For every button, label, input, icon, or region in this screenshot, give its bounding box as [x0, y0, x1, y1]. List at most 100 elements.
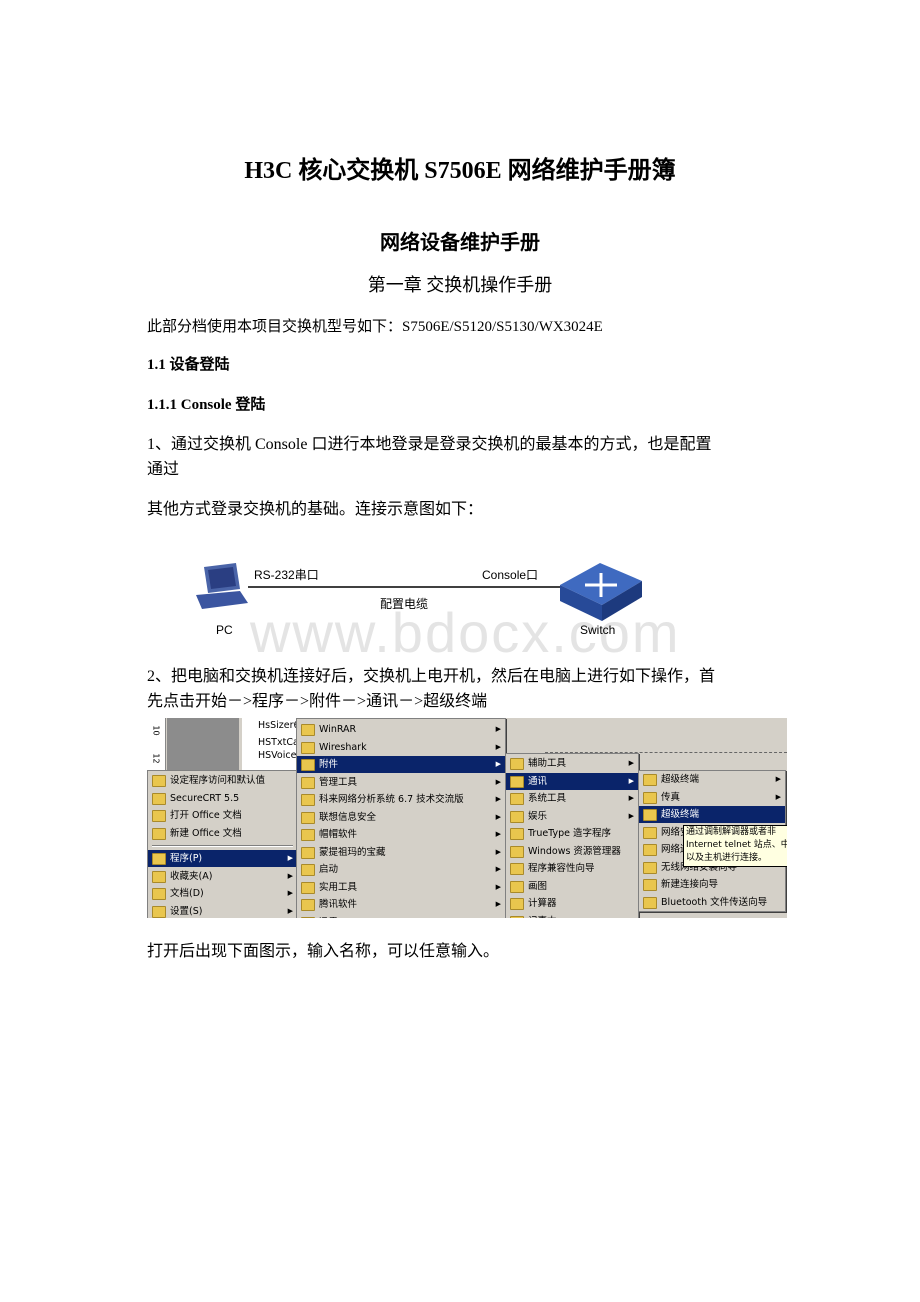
- menu-item-label: 设置(S): [170, 905, 203, 917]
- menu-item[interactable]: 联想信息安全 ▶: [297, 809, 505, 826]
- submenu-arrow-icon: ▶: [495, 830, 501, 838]
- folder-icon: [510, 758, 524, 770]
- paragraph: 2、把电脑和交换机连接好后，交换机上电开机，然后在电脑上进行如下操作，首: [147, 668, 716, 685]
- menu-item[interactable]: 程序(P) ▶: [148, 850, 297, 867]
- menu-item[interactable]: 娱乐 ▶: [506, 808, 638, 825]
- folder-icon: [301, 899, 315, 911]
- menu-item[interactable]: 新建连接向导: [639, 876, 785, 893]
- menu-item-label: 系统工具: [528, 793, 567, 804]
- folder-icon: [643, 896, 657, 909]
- menu-item-label: 文档(D): [170, 888, 204, 899]
- menu-item[interactable]: Bluetooth 文件传送向导: [639, 894, 785, 911]
- menu-item-label: 启动: [319, 864, 339, 875]
- submenu-arrow-icon: ▶: [495, 865, 501, 873]
- menu-item[interactable]: WinRAR ▶: [297, 721, 505, 738]
- submenu-arrow-icon: ▶: [775, 775, 781, 783]
- submenu-arrow-icon: ▶: [495, 900, 501, 908]
- menu-item-label: 附件: [319, 759, 339, 770]
- folder-icon: [643, 879, 657, 891]
- menu-item[interactable]: 辅助工具 ▶: [506, 755, 638, 772]
- menu-item-label: 帽帽软件: [319, 829, 358, 840]
- folder-icon: [152, 827, 166, 840]
- menu-item-label: 管理工具: [319, 776, 358, 788]
- menu-item[interactable]: Windows 资源管理器: [506, 843, 638, 860]
- pc-port-label: RS-232串口: [254, 568, 319, 582]
- folder-icon: [301, 916, 315, 918]
- menu-item[interactable]: 通讯 ▶: [506, 772, 638, 790]
- menu-item[interactable]: TrueType 造字程序: [506, 825, 638, 842]
- menu-item[interactable]: 设置(S) ▶: [148, 903, 297, 919]
- menu-item[interactable]: 迅雷 ▶: [297, 914, 505, 919]
- menu-item-label: 超级终端: [661, 774, 700, 785]
- menu-item[interactable]: 打开 Office 文档: [148, 807, 297, 824]
- folder-icon: [643, 791, 657, 804]
- folder-icon: [643, 809, 657, 821]
- menu-item[interactable]: 帽帽软件 ▶: [297, 826, 505, 843]
- menu-item[interactable]: 超级终端 ▶: [639, 771, 785, 788]
- menu-item[interactable]: 收藏夹(A) ▶: [148, 868, 297, 885]
- folder-icon: [301, 724, 315, 736]
- folder-icon: [510, 845, 524, 858]
- intro-paragraph: 此部分档使用本项目交换机型号如下：S7506E/S5120/S5130/WX30…: [147, 319, 603, 335]
- menu-item-label: 设定程序访问和默认值: [170, 775, 266, 786]
- menu-item[interactable]: 计算器: [506, 895, 638, 912]
- menu-item-label: 联想信息安全: [319, 811, 377, 823]
- menu-item[interactable]: 附件 ▶: [297, 756, 505, 773]
- menu-item[interactable]: 蒙提祖玛的宝藏 ▶: [297, 844, 505, 861]
- submenu-arrow-icon: ▶: [775, 792, 781, 801]
- paragraph: 通过: [147, 461, 180, 478]
- folder-icon: [643, 861, 657, 874]
- folder-icon: [152, 888, 166, 900]
- pc-icon: [196, 563, 248, 609]
- folder-icon: [301, 759, 315, 771]
- ruler: 10 12: [147, 718, 166, 770]
- submenu-arrow-icon: ▶: [495, 742, 501, 751]
- menu-item-label: 记事本: [528, 916, 557, 919]
- paragraph: 打开后出现下面图示，输入名称，可以任意输入。: [147, 943, 500, 960]
- menu-item[interactable]: 实用工具 ▶: [297, 879, 505, 896]
- menu-item[interactable]: 画图: [506, 878, 638, 895]
- submenu-arrow-icon: ▶: [287, 906, 293, 915]
- menu-item[interactable]: 启动 ▶: [297, 861, 505, 878]
- menu-item[interactable]: 传真 ▶: [639, 789, 785, 806]
- menu-item-label: SecureCRT 5.5: [170, 792, 240, 804]
- menu-item[interactable]: 管理工具 ▶: [297, 774, 505, 791]
- folder-icon: [301, 794, 315, 806]
- folder-icon: [643, 826, 657, 839]
- menu-item[interactable]: 科来网络分析系统 6.7 技术交流版 ▶: [297, 791, 505, 808]
- menu-item[interactable]: Wireshark ▶: [297, 739, 505, 756]
- menu-item[interactable]: 腾讯软件 ▶: [297, 896, 505, 913]
- submenu-arrow-icon: ▶: [287, 871, 293, 880]
- switch-icon: [560, 563, 642, 621]
- submenu-arrow-icon: ▶: [287, 854, 293, 862]
- desktop-icons: HsSizer6 HSTxtCa HSVoice.: [242, 718, 300, 770]
- menu-item-label: 迅雷: [319, 917, 338, 919]
- accessories-menu: 辅助工具 ▶ 通讯 ▶ 系统工具 ▶ 娱乐 ▶ TrueType 造字程序 Windows 资源管…: [505, 753, 639, 918]
- menu-item[interactable]: 程序兼容性向导: [506, 860, 638, 877]
- folder-icon: [301, 811, 315, 824]
- menu-item[interactable]: 文档(D) ▶: [148, 885, 297, 902]
- menu-separator: [152, 845, 293, 847]
- menu-item[interactable]: SecureCRT 5.5: [148, 790, 297, 807]
- subtitle: 网络设备维护手册: [380, 232, 540, 254]
- folder-icon: [301, 829, 315, 841]
- folder-icon: [643, 844, 657, 856]
- folder-icon: [152, 905, 166, 918]
- menu-item-label: 程序兼容性向导: [528, 863, 595, 874]
- submenu-arrow-icon: ▶: [628, 776, 634, 785]
- menu-item[interactable]: 设定程序访问和默认值: [148, 772, 297, 789]
- menu-item-label: 画图: [528, 880, 548, 892]
- submenu-arrow-icon: ▶: [287, 889, 293, 897]
- menu-item[interactable]: 超级终端: [639, 806, 785, 823]
- menu-item-label: 蒙提祖玛的宝藏: [319, 846, 386, 858]
- menu-item[interactable]: 系统工具 ▶: [506, 790, 638, 807]
- menu-item-label: 超级终端: [661, 809, 700, 820]
- folder-icon: [301, 741, 315, 754]
- folder-icon: [301, 776, 315, 789]
- folder-icon: [301, 881, 315, 894]
- menu-item[interactable]: 记事本: [506, 913, 638, 919]
- start-menu: 设定程序访问和默认值 SecureCRT 5.5 打开 Office 文档 新建 Of…: [147, 770, 298, 918]
- menu-item[interactable]: 新建 Office 文档: [148, 825, 297, 842]
- menu-item-label: 辅助工具: [528, 758, 567, 769]
- menu-item-label: WinRAR: [319, 724, 357, 735]
